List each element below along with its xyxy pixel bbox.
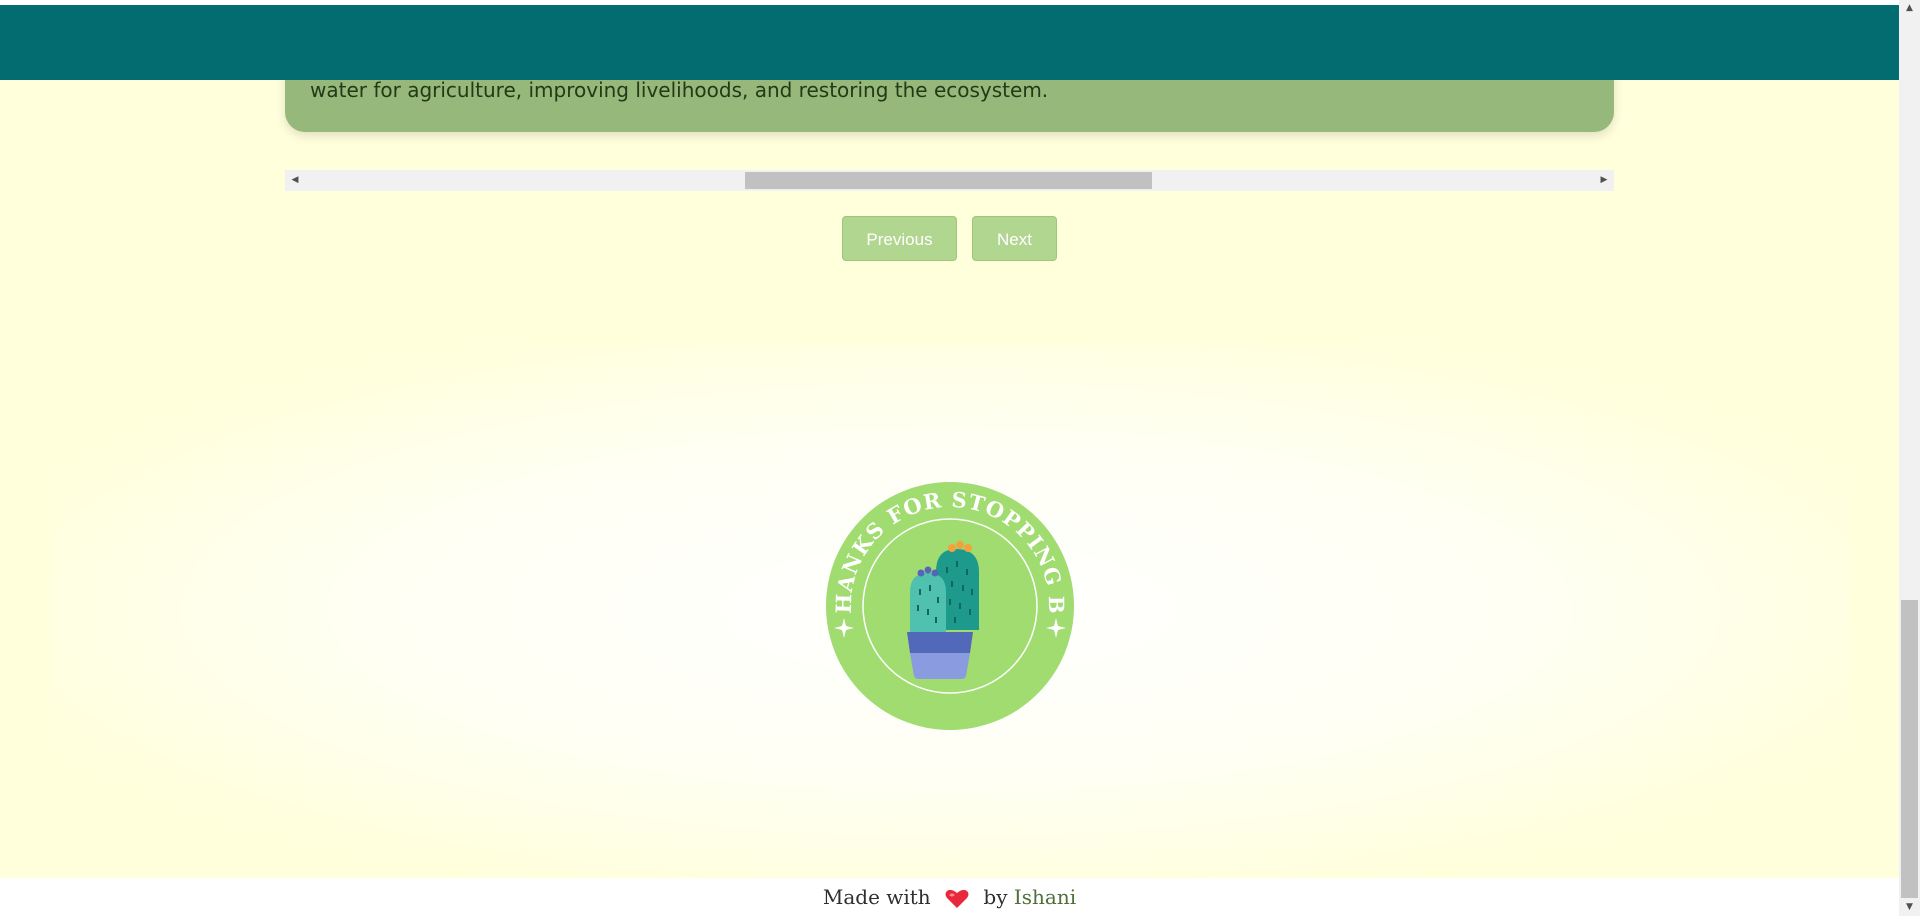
carousel-scroll-thumb[interactable] [745, 172, 1152, 189]
page: water for agriculture, improving livelih… [0, 0, 1899, 916]
previous-button[interactable]: Previous [842, 216, 957, 261]
site-footer: Made with by Ishani [0, 878, 1899, 916]
scroll-up-arrow-icon[interactable]: ▲ [1899, 0, 1920, 17]
page-scrollbar[interactable]: ▲ ▼ [1899, 0, 1920, 916]
footer-made-with: Made with [822, 885, 931, 909]
carousel-scrollbar[interactable]: ◀ ▶ [285, 170, 1614, 191]
scroll-right-arrow-icon[interactable]: ▶ [1594, 170, 1614, 191]
heart-icon [945, 889, 969, 908]
footer-author-link[interactable]: Ishani [1014, 885, 1076, 909]
thanks-badge: THANKS FOR STOPPING BY [821, 477, 1075, 731]
site-header [0, 5, 1899, 80]
page-scroll-thumb[interactable] [1901, 600, 1918, 898]
footer-by: by [983, 885, 1008, 909]
scroll-left-arrow-icon[interactable]: ◀ [285, 170, 305, 191]
card-description: water for agriculture, improving livelih… [310, 78, 1049, 102]
next-button[interactable]: Next [972, 216, 1057, 261]
scroll-down-arrow-icon[interactable]: ▼ [1899, 899, 1920, 916]
